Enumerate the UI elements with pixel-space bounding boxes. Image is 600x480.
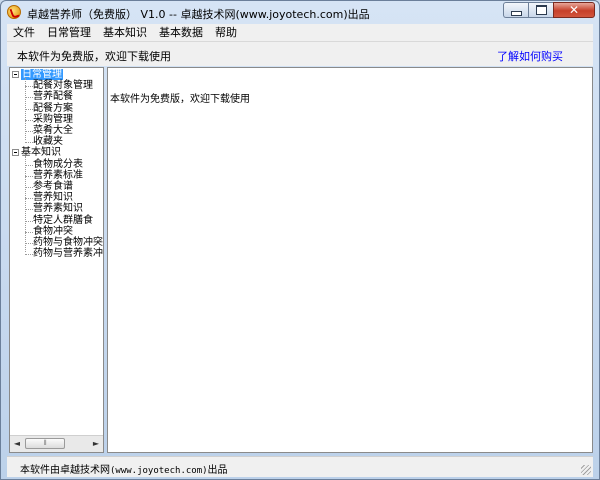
tree-item[interactable]: 配餐方案 (33, 103, 73, 114)
tree-connector (25, 209, 33, 211)
tree-group-row[interactable]: 基本知识 (21, 147, 61, 158)
status-bar: 本软件由卓越技术网(www.joyotech.com)出品 (7, 456, 593, 477)
close-button[interactable]: ✕ (553, 2, 595, 18)
status-text: 本软件由卓越技术网(www.joyotech.com)出品 (20, 461, 228, 476)
tree-item[interactable]: 营养知识 (33, 192, 73, 203)
scroll-left-icon[interactable]: ◄ (11, 438, 23, 449)
tree-connector (25, 198, 33, 200)
tree-item[interactable]: 采购管理 (33, 114, 73, 125)
minimize-button[interactable] (503, 2, 528, 18)
tree-connector (25, 119, 33, 121)
window-title: 卓越营养师（免费版） V1.0 -- 卓越技术网(www.joyotech.co… (27, 8, 370, 21)
tree-item[interactable]: 特定人群膳食 (33, 215, 93, 226)
menu-basic-data[interactable]: 基本数据 (153, 24, 209, 41)
tree-connector (25, 231, 33, 233)
tree-connector (25, 156, 26, 252)
free-version-notice: 本软件为免费版，欢迎下载使用 (17, 50, 171, 63)
tree-connector (25, 187, 33, 188)
tree-connector (25, 142, 33, 144)
maximize-icon (535, 5, 547, 15)
tree-item[interactable]: 营养配餐 (33, 91, 73, 102)
content-pane: 本软件为免费版，欢迎下载使用 (107, 67, 593, 453)
menu-help[interactable]: 帮助 (209, 24, 243, 41)
status-prefix: 本软件由卓越技术网 (20, 465, 110, 476)
tree-item[interactable]: 药物与食物冲突 (33, 237, 103, 248)
application-window: 卓越营养师（免费版） V1.0 -- 卓越技术网(www.joyotech.co… (0, 0, 600, 480)
tree-item[interactable]: 营养素知识 (33, 203, 83, 214)
tree-expander-icon[interactable]: ⊟ (12, 149, 19, 157)
tree-item[interactable]: 参考食谱 (33, 181, 73, 192)
tree-item[interactable]: 食物冲突 (33, 226, 73, 237)
tree-group-label: 日常管理 (21, 69, 63, 80)
scroll-thumb[interactable]: ⦀ (25, 438, 65, 449)
menu-file[interactable]: 文件 (7, 24, 41, 41)
status-url: (www.joyotech.com) (110, 466, 208, 476)
how-to-buy-link[interactable]: 了解如何购买 (497, 48, 563, 64)
navigation-tree: ⊟日常管理配餐对象管理营养配餐配餐方案采购管理菜肴大全收藏夹⊟基本知识食物成分表… (10, 68, 103, 436)
tree-connector (25, 254, 33, 256)
status-suffix: 出品 (207, 465, 228, 476)
menu-daily-management[interactable]: 日常管理 (41, 24, 97, 41)
tree-group-label: 基本知识 (21, 147, 61, 159)
close-icon: ✕ (568, 3, 580, 17)
info-bar: 本软件为免费版，欢迎下载使用 了解如何购买 (7, 41, 593, 66)
tree-item[interactable]: 食物成分表 (33, 159, 83, 170)
tree-item[interactable]: 配餐对象管理 (33, 80, 93, 91)
tree-group-row[interactable]: 日常管理 (21, 69, 63, 80)
tree-item[interactable]: 药物与营养素冲突 (33, 248, 103, 259)
minimize-icon (510, 10, 522, 16)
resize-grip-icon[interactable] (581, 465, 591, 475)
window-controls: ✕ (503, 2, 595, 20)
tree-item[interactable]: 收藏夹 (33, 136, 63, 147)
tree-connector (25, 97, 33, 99)
tree-item[interactable]: 营养素标准 (33, 170, 83, 181)
tree-connector (25, 243, 33, 244)
menu-bar: 文件 日常管理 基本知识 基本数据 帮助 (7, 24, 593, 41)
navigation-tree-pane: ⊟日常管理配餐对象管理营养配餐配餐方案采购管理菜肴大全收藏夹⊟基本知识食物成分表… (9, 67, 104, 453)
tree-connector (25, 86, 33, 88)
tree-connector (25, 108, 33, 110)
menu-basic-knowledge[interactable]: 基本知识 (97, 24, 153, 41)
tree-connector (25, 164, 33, 166)
tree-horizontal-scrollbar[interactable]: ◄ ⦀ ► (10, 435, 103, 452)
tree-connector (25, 175, 33, 177)
title-bar[interactable]: 卓越营养师（免费版） V1.0 -- 卓越技术网(www.joyotech.co… (1, 1, 599, 23)
tree-expander-icon[interactable]: ⊟ (12, 71, 19, 78)
maximize-button[interactable] (528, 2, 553, 18)
app-logo-icon (7, 5, 21, 19)
scroll-right-icon[interactable]: ► (90, 438, 102, 449)
tree-connector (25, 78, 26, 140)
content-welcome-text: 本软件为免费版，欢迎下载使用 (110, 94, 250, 105)
tree-connector (25, 220, 33, 222)
tree-connector (25, 131, 33, 132)
tree-item[interactable]: 菜肴大全 (33, 125, 73, 136)
